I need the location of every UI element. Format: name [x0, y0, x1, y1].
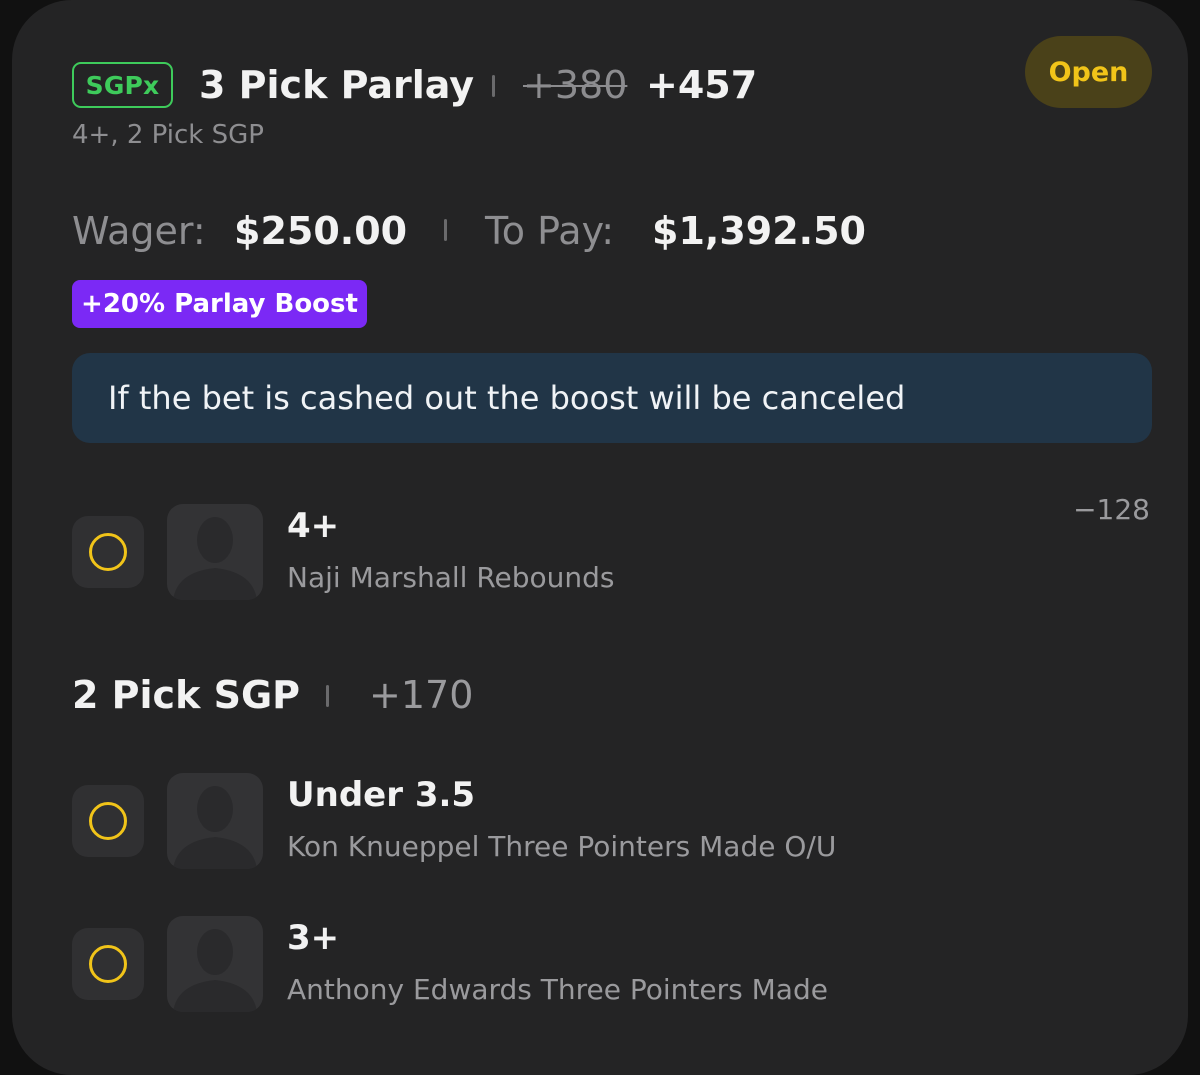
player-avatar: [167, 773, 263, 869]
wager-value: $250.00: [234, 209, 408, 253]
pick-line: 4+: [287, 506, 340, 546]
pick-status-box: [72, 928, 144, 1000]
to-pay-value: $1,392.50: [652, 209, 866, 253]
title-divider: [492, 75, 495, 97]
pick-row: [72, 785, 144, 857]
boost-notice: If the bet is cashed out the boost will …: [72, 353, 1152, 443]
pick-row: [72, 928, 144, 1000]
sgp-divider: [326, 685, 329, 707]
pick-line: 3+: [287, 918, 340, 958]
silhouette-icon: [173, 929, 257, 1012]
circle-outline-icon: [89, 945, 127, 983]
wager-label: Wager:: [72, 209, 206, 253]
pick-status-box: [72, 785, 144, 857]
to-pay-label: To Pay:: [485, 209, 615, 253]
sgp-group-odds: +170: [369, 673, 474, 717]
pick-description: Anthony Edwards Three Pointers Made: [287, 973, 828, 1006]
bet-card: SGPx 3 Pick Parlay +380 +457 4+, 2 Pick …: [12, 0, 1188, 1075]
wager-divider: [444, 219, 447, 241]
pick-description: Naji Marshall Rebounds: [287, 561, 615, 594]
parlay-boost-badge: +20% Parlay Boost: [72, 280, 367, 328]
pick-line: Under 3.5: [287, 775, 476, 815]
sgpx-badge: SGPx: [72, 62, 173, 108]
silhouette-icon: [173, 517, 257, 600]
pick-row: [72, 516, 144, 588]
circle-outline-icon: [89, 533, 127, 571]
pick-status-box: [72, 516, 144, 588]
pick-odds: −128: [1073, 493, 1150, 526]
boosted-odds: +457: [646, 63, 758, 107]
player-avatar: [167, 916, 263, 1012]
bet-title: 3 Pick Parlay: [199, 63, 475, 107]
player-avatar: [167, 504, 263, 600]
pick-description: Kon Knueppel Three Pointers Made O/U: [287, 830, 837, 863]
circle-outline-icon: [89, 802, 127, 840]
original-odds: +380: [523, 63, 628, 107]
bet-subtitle: 4+, 2 Pick SGP: [72, 120, 264, 150]
sgp-group-title: 2 Pick SGP: [72, 673, 300, 717]
silhouette-icon: [173, 786, 257, 869]
status-badge: Open: [1025, 36, 1152, 108]
boost-notice-text: If the bet is cashed out the boost will …: [108, 379, 906, 417]
